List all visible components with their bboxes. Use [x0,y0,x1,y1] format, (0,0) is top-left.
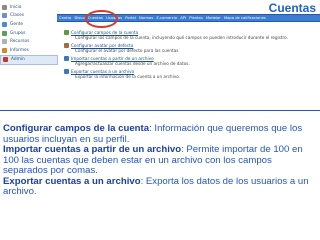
note-term: Exportar cuentas a un archivo [3,175,141,187]
note-term: Importar cuentas a partir de un archivo [3,144,182,155]
list-item: Exportar cuentas a un archivo Exportar l… [64,69,314,79]
sidebar-item-label: Gente [10,21,24,27]
fields-icon [64,30,69,35]
sidebar-item-grupos[interactable]: Grupos [0,29,58,38]
resources-icon [2,39,7,45]
list-item: Configurar avatar por defecto Configurar… [64,43,314,53]
list-item: Configurar campos de la cuenta Configura… [64,30,314,40]
sidebar-item-gente[interactable]: Gente [0,20,58,29]
avatar-icon [64,43,69,48]
note-item: Configurar campos de la cuenta: Informac… [3,123,315,145]
sidebar-item-label: Recursos [10,39,30,45]
tab-normas[interactable]: Normas [139,16,153,20]
tab-disco[interactable]: Disco [75,16,85,20]
sidebar-item-label: Grupos [10,30,26,36]
entry-description: Exportar la información de la cuenta a u… [75,74,181,79]
tab-e-comercio[interactable]: E-comercio [156,16,177,20]
tab-portal[interactable]: Portal [125,16,136,20]
people-icon [2,21,7,27]
note-term: Configurar campos de la cuenta [3,123,150,134]
admin-tools-icon [3,57,8,63]
groups-icon [2,30,7,36]
sidebar-item-label: Clases [10,13,24,19]
entry-description: Configurar los campos de la cuenta, incl… [75,35,288,40]
entry-description: Configurar el avatar por defecto para la… [75,48,179,53]
sidebar-item-label: Inicio [10,4,22,10]
tab-centro[interactable]: Centro [59,16,71,20]
export-icon [64,69,69,74]
accounts-menu: Configurar campos de la cuenta Configura… [64,30,314,82]
sidebar: Inicio Clases Gente Grupos Recursos Info… [0,3,58,66]
sidebar-item-admin[interactable]: Admin [0,54,58,66]
list-item: Importar cuentas a partir de un archivo … [64,56,314,66]
note-item: Exportar cuentas a un archivo: Exporta l… [3,175,315,198]
home-icon [2,4,7,10]
classes-icon [2,13,7,19]
page-title: Cuentas [268,1,316,15]
sidebar-item-recursos[interactable]: Recursos [0,37,58,46]
divider [0,110,320,111]
sidebar-item-informes[interactable]: Informes [0,46,58,55]
entry-description: Agregar/actualizar cuentas desde un arch… [75,61,190,66]
tab-modelar[interactable]: Modelar [206,16,221,20]
reports-icon [2,47,7,53]
explanatory-notes: Configurar campos de la cuenta: Informac… [3,123,315,198]
sidebar-item-inicio[interactable]: Inicio [0,3,58,12]
sidebar-item-label: Admin [11,57,25,63]
tab-plantas[interactable]: Plantas [189,16,202,20]
sidebar-item-clases[interactable]: Clases [0,12,58,21]
import-icon [64,56,69,61]
note-item: Importar cuentas a partir de un archivo:… [3,144,315,177]
tab-mapa-calificaciones[interactable]: Mapa de calificaciones [224,16,266,20]
tab-api[interactable]: API [180,16,186,20]
highlight-circle [85,10,118,28]
sidebar-item-label: Informes [10,47,29,53]
